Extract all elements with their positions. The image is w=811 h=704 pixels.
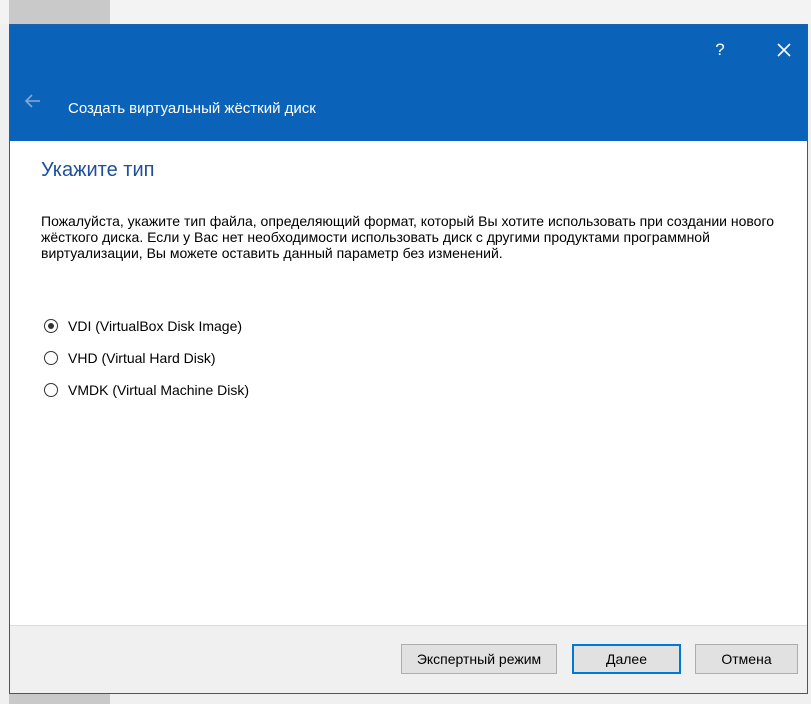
radio-label: VMDK (Virtual Machine Disk) bbox=[68, 382, 250, 398]
radio-button[interactable] bbox=[44, 351, 58, 365]
create-virtual-disk-dialog: ? Создать виртуальный жёсткий диск Укажи… bbox=[9, 24, 808, 694]
help-button[interactable]: ? bbox=[705, 35, 735, 65]
cancel-button[interactable]: Отмена bbox=[695, 644, 798, 674]
page-heading: Укажите тип bbox=[41, 159, 155, 181]
radio-label: VDI (VirtualBox Disk Image) bbox=[68, 318, 243, 334]
back-button[interactable] bbox=[22, 89, 46, 113]
radio-option-vdi[interactable]: VDI (VirtualBox Disk Image) bbox=[44, 316, 242, 336]
page-description: Пожалуйста, укажите тип файла, определяю… bbox=[41, 213, 775, 261]
background-window bbox=[0, 0, 811, 24]
next-button[interactable]: Далее bbox=[572, 644, 681, 674]
radio-button[interactable] bbox=[44, 319, 58, 333]
radio-option-vhd[interactable]: VHD (Virtual Hard Disk) bbox=[44, 348, 216, 368]
dialog-footer: Экспертный режим Далее Отмена bbox=[10, 625, 807, 693]
radio-button[interactable] bbox=[44, 383, 58, 397]
background-tab-bottom bbox=[9, 694, 110, 704]
wizard-page: Укажите тип Пожалуйста, укажите тип файл… bbox=[10, 141, 807, 627]
arrow-left-icon bbox=[24, 94, 40, 108]
dialog-titlebar: ? Создать виртуальный жёсткий диск bbox=[10, 25, 807, 141]
background-tab bbox=[9, 0, 110, 24]
close-icon bbox=[777, 43, 791, 57]
dialog-title: Создать виртуальный жёсткий диск bbox=[68, 100, 316, 117]
close-button[interactable] bbox=[769, 35, 799, 65]
radio-option-vmdk[interactable]: VMDK (Virtual Machine Disk) bbox=[44, 380, 249, 400]
radio-label: VHD (Virtual Hard Disk) bbox=[68, 350, 216, 366]
expert-mode-button[interactable]: Экспертный режим bbox=[401, 644, 557, 674]
